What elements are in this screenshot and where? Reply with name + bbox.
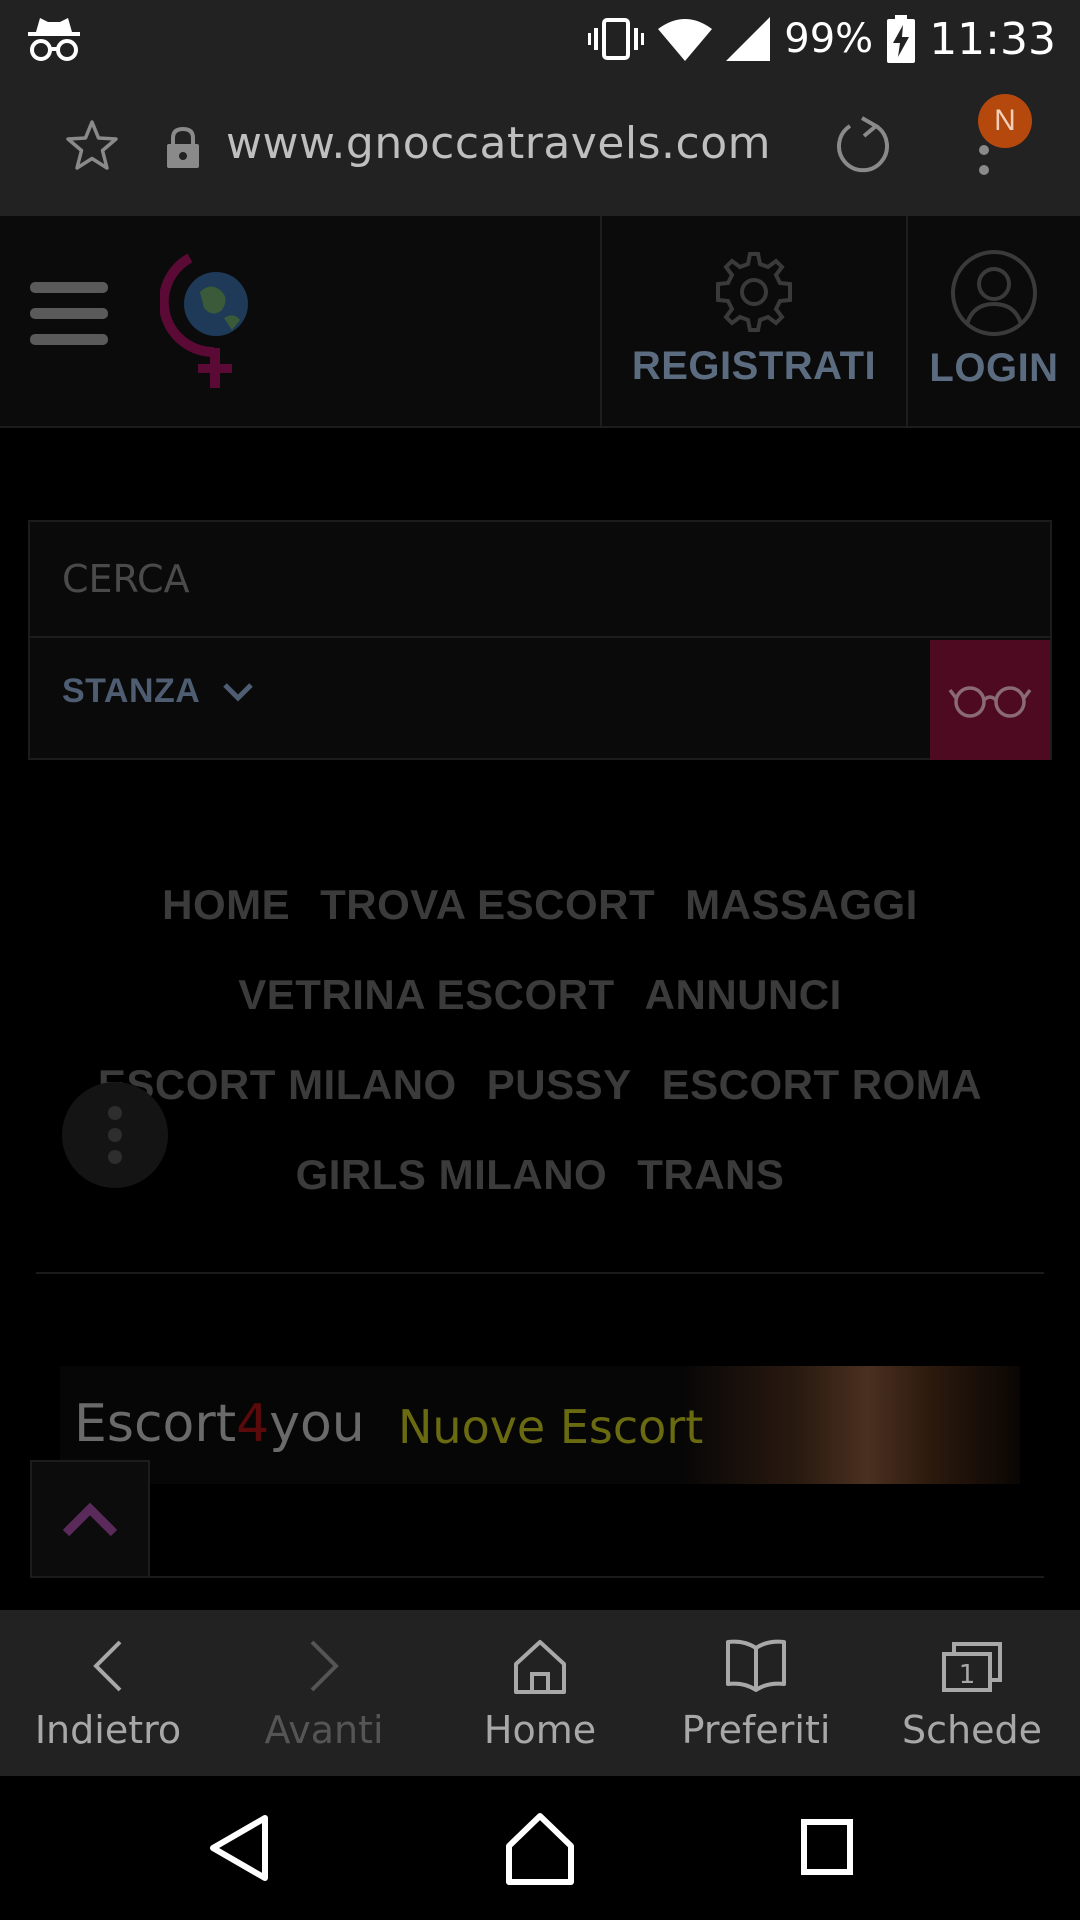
nav-row: GIRLS MILANO TRANS xyxy=(40,1130,1040,1220)
gear-icon xyxy=(716,252,792,332)
bookmarks-label: Preferiti xyxy=(681,1708,831,1752)
site-header: REGISTRATI LOGIN xyxy=(0,216,1080,428)
home-icon xyxy=(514,1640,566,1694)
chevron-left-icon xyxy=(93,1640,122,1692)
back-button[interactable]: Indietro xyxy=(0,1610,216,1776)
site-nav: HOME TROVA ESCORT MASSAGGI VETRINA ESCOR… xyxy=(40,860,1040,1220)
register-button[interactable]: REGISTRATI xyxy=(602,216,906,428)
lock-icon xyxy=(167,126,199,168)
nav-link-annunci[interactable]: ANNUNCI xyxy=(645,971,842,1019)
nav-row: VETRINA ESCORT ANNUNCI xyxy=(40,950,1040,1040)
star-icon[interactable] xyxy=(64,118,120,174)
battery-charging-icon xyxy=(887,15,916,63)
nav-link-trova-escort[interactable]: TROVA ESCORT xyxy=(320,881,655,929)
bookmarks-button[interactable]: Preferiti xyxy=(648,1610,864,1776)
tabs-icon: 1 xyxy=(942,1642,1002,1692)
forward-button[interactable]: Avanti xyxy=(216,1610,432,1776)
hamburger-menu-icon[interactable] xyxy=(30,282,108,348)
clock: 11:33 xyxy=(929,13,1056,65)
nav-link-home[interactable]: HOME xyxy=(162,881,290,929)
wifi-icon xyxy=(658,19,713,61)
category-select-label: STANZA xyxy=(62,672,201,710)
nav-row: HOME TROVA ESCORT MASSAGGI xyxy=(40,860,1040,950)
login-button[interactable]: LOGIN xyxy=(908,216,1080,428)
chevron-down-icon xyxy=(223,682,254,702)
vibrate-icon xyxy=(588,18,645,60)
reload-icon[interactable] xyxy=(832,116,894,178)
register-label: REGISTRATI xyxy=(631,344,877,388)
chevron-right-icon xyxy=(310,1640,339,1692)
book-icon xyxy=(726,1639,786,1692)
nav-row: ESCORT MILANO PUSSY ESCORT ROMA xyxy=(40,1040,1040,1130)
tabs-button[interactable]: 1 Schede xyxy=(864,1610,1080,1776)
search-button[interactable] xyxy=(930,640,1050,760)
url-text[interactable]: www.gnoccatravels.com xyxy=(226,118,771,169)
nav-link-vetrina-escort[interactable]: VETRINA ESCORT xyxy=(238,971,614,1019)
status-bar: 99% 11:33 xyxy=(0,0,1080,78)
ad-banner[interactable]: Escort4you Nuove Escort xyxy=(60,1366,1020,1484)
system-recents-icon[interactable] xyxy=(782,1806,872,1890)
profile-avatar[interactable]: N xyxy=(978,94,1032,148)
nav-link-pussy[interactable]: PUSSY xyxy=(487,1061,632,1109)
home-button[interactable]: Home xyxy=(432,1610,648,1776)
forward-label: Avanti xyxy=(264,1708,384,1752)
user-icon xyxy=(951,250,1037,336)
svg-text:1: 1 xyxy=(959,1660,976,1690)
floating-more-button[interactable] xyxy=(62,1082,168,1188)
nav-link-escort-roma[interactable]: ESCORT ROMA xyxy=(662,1061,983,1109)
scroll-to-top-button[interactable] xyxy=(30,1460,150,1578)
chevron-up-icon xyxy=(62,1502,118,1537)
incognito-icon xyxy=(28,18,80,61)
android-navigation-bar xyxy=(0,1776,1080,1920)
banner-image xyxy=(680,1366,1020,1484)
banner-brand: Escort4you xyxy=(74,1394,365,1454)
login-label: LOGIN xyxy=(929,346,1059,390)
divider xyxy=(36,1576,1044,1578)
glasses-icon xyxy=(948,686,1032,718)
divider xyxy=(36,1272,1044,1274)
search-input[interactable] xyxy=(30,522,1050,638)
site-logo[interactable] xyxy=(160,252,260,392)
nav-link-girls-milano[interactable]: GIRLS MILANO xyxy=(296,1151,608,1199)
home-label: Home xyxy=(483,1708,597,1752)
battery-percent: 99% xyxy=(784,16,874,62)
tabs-label: Schede xyxy=(902,1708,1042,1752)
nav-link-trans[interactable]: TRANS xyxy=(637,1151,784,1199)
browser-bottom-bar: Indietro Avanti Home Preferiti 1 Schede xyxy=(0,1610,1080,1776)
search-form: STANZA xyxy=(28,520,1052,760)
back-label: Indietro xyxy=(34,1708,182,1752)
system-home-icon[interactable] xyxy=(495,1806,585,1890)
category-select[interactable]: STANZA xyxy=(62,672,254,711)
banner-tagline: Nuove Escort xyxy=(398,1400,704,1454)
browser-url-bar: www.gnoccatravels.com N xyxy=(0,78,1080,216)
system-back-icon[interactable] xyxy=(195,1806,285,1890)
nav-link-massaggi[interactable]: MASSAGGI xyxy=(685,881,918,929)
signal-icon xyxy=(726,17,771,61)
